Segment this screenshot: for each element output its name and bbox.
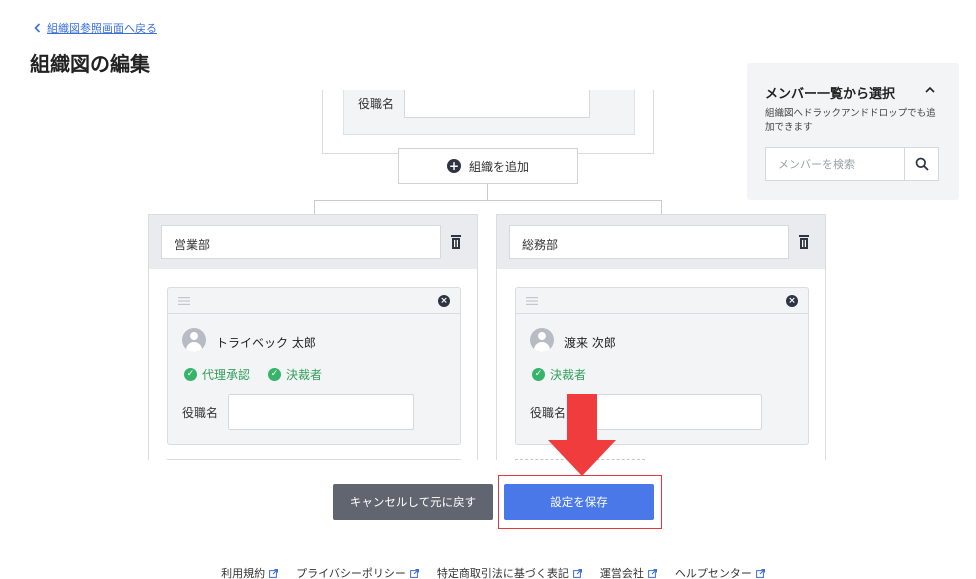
check-circle-icon: ✓: [184, 368, 197, 381]
department-header: 総務部: [497, 215, 825, 269]
external-link-icon: [755, 568, 765, 578]
department-name-input[interactable]: 総務部: [509, 225, 789, 259]
badge-proxy-approval: ✓ 代理承認: [184, 366, 250, 383]
connector-line: [314, 200, 662, 201]
parent-member-card: 役職名: [343, 90, 635, 135]
add-organization-label: 組織を追加: [468, 159, 529, 174]
check-circle-icon: ✓: [532, 368, 545, 381]
panel-title: メンバー一覧から選択: [765, 87, 896, 102]
trash-icon[interactable]: [449, 234, 463, 250]
member-search-input[interactable]: [766, 148, 904, 180]
add-organization-button[interactable]: + 組織を追加: [398, 148, 578, 184]
department-box-general-affairs: 総務部 × 渡来 次郎 ✓ 決裁者 役職名: [496, 214, 826, 460]
avatar: [182, 328, 206, 352]
footer-link-company[interactable]: 運営会社: [600, 565, 657, 579]
footer-links: 利用規約 プライバシーポリシー 特定商取引法に基づく表記 運営会社 ヘルプセンタ…: [0, 565, 976, 579]
member-name: トライベック 太郎: [216, 336, 316, 350]
plus-circle-icon: +: [446, 159, 461, 173]
back-to-org-chart-link[interactable]: 組織図参照画面へ戻る: [34, 20, 157, 36]
cancel-button[interactable]: キャンセルして元に戻す: [333, 484, 493, 520]
search-button[interactable]: [904, 148, 939, 180]
department-name-input[interactable]: 営業部: [161, 225, 441, 259]
arrow-down-icon: [548, 394, 616, 476]
external-link-icon: [647, 568, 657, 578]
member-card[interactable]: × トライベック 太郎 ✓ 代理承認 ✓ 決裁者 役職名: [167, 287, 461, 445]
member-search: [765, 147, 939, 181]
member-card-header: ×: [516, 288, 808, 314]
external-link-icon: [572, 568, 582, 578]
role-input[interactable]: [404, 90, 590, 118]
external-link-icon: [269, 568, 279, 578]
save-button[interactable]: 設定を保存: [504, 484, 654, 520]
chevron-left-icon: [34, 23, 41, 33]
footer-link-help[interactable]: ヘルプセンター: [675, 565, 765, 579]
department-box-sales: 営業部 × トライベック 太郎 ✓ 代理承認 ✓ 決裁者 役職名: [148, 214, 478, 460]
drag-handle-icon[interactable]: [178, 297, 190, 305]
connector-line: [487, 184, 488, 200]
member-list-panel: メンバー一覧から選択 組織図へドラックアンドドロップでも追加できます: [747, 63, 959, 200]
drag-handle-icon[interactable]: [526, 297, 538, 305]
page-title: 組織図の編集: [30, 52, 150, 76]
external-link-icon: [409, 568, 419, 578]
member-name: 渡来 次郎: [564, 336, 616, 350]
badge-approver: ✓ 決裁者: [532, 366, 586, 383]
department-header: 営業部: [149, 215, 477, 269]
member-card-header: ×: [168, 288, 460, 314]
badge-approver: ✓ 決裁者: [268, 366, 322, 383]
next-member-card: [167, 459, 461, 460]
parent-org-box: 役職名: [322, 90, 654, 154]
role-label: 役職名: [182, 406, 219, 420]
remove-member-icon[interactable]: ×: [438, 295, 450, 307]
role-label: 役職名: [358, 97, 395, 111]
remove-member-icon[interactable]: ×: [786, 295, 798, 307]
trash-icon[interactable]: [797, 234, 811, 250]
footer-link-privacy[interactable]: プライバシーポリシー: [296, 565, 419, 579]
back-link-label: 組織図参照画面へ戻る: [47, 22, 157, 35]
avatar: [530, 328, 554, 352]
footer-link-terms[interactable]: 利用規約: [221, 565, 279, 579]
footer-link-commerce-law[interactable]: 特定商取引法に基づく表記: [437, 565, 582, 579]
role-input[interactable]: [228, 394, 414, 430]
panel-description: 組織図へドラックアンドドロップでも追加できます: [765, 108, 936, 133]
search-icon: [915, 157, 929, 171]
chevron-up-icon[interactable]: [925, 85, 935, 95]
check-circle-icon: ✓: [268, 368, 281, 381]
